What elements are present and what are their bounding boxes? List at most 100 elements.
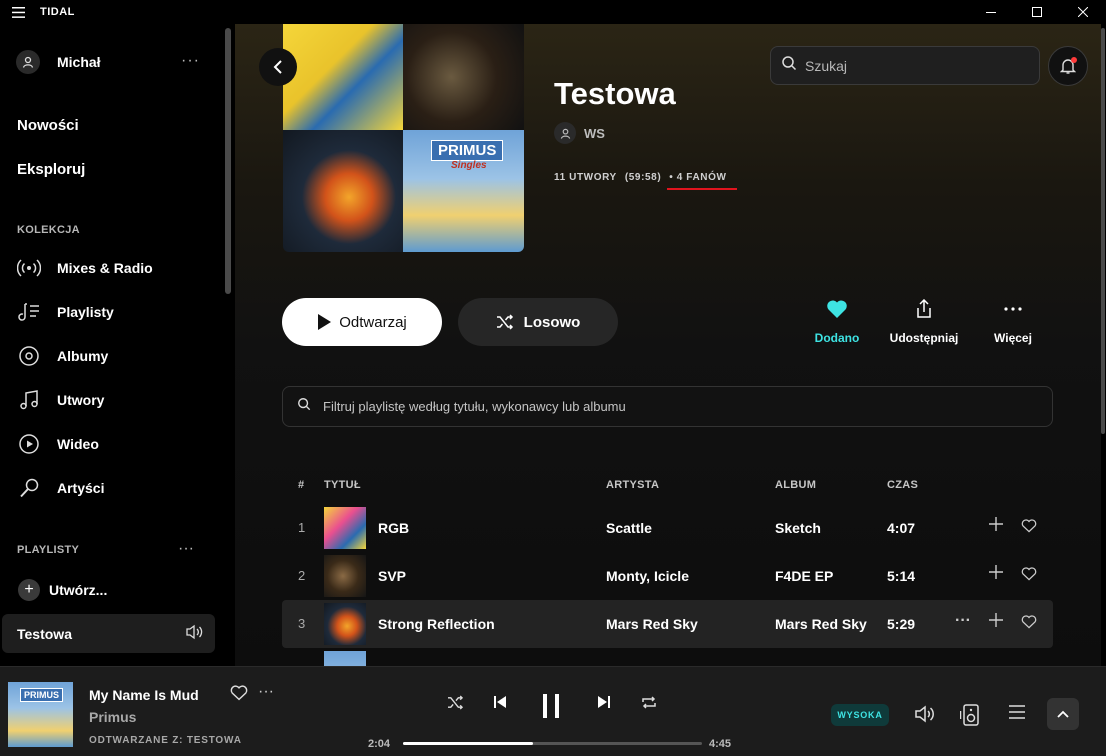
col-title[interactable]: TYTUŁ (324, 479, 361, 491)
track-more-icon[interactable]: ··· (955, 612, 971, 630)
now-playing-more-icon[interactable]: ··· (258, 683, 274, 701)
sidebar-playlist-label: Testowa (17, 625, 72, 642)
album-icon (16, 343, 42, 369)
add-icon[interactable] (989, 517, 1003, 534)
expand-player-button[interactable] (1047, 698, 1079, 730)
heart-icon[interactable] (230, 685, 248, 706)
cover-singles-text: Singles (451, 160, 487, 171)
repeat-icon[interactable] (641, 695, 657, 715)
playlist-filter-input[interactable]: Filtruj playlistę według tytułu, wykonaw… (282, 386, 1053, 427)
tracks-count: 11 UTWORY (554, 172, 617, 183)
sidebar: Michał ··· Nowości Eksploruj KOLEKCJA Mi… (0, 24, 222, 666)
sidebar-scrollbar[interactable] (225, 28, 231, 294)
minimize-icon[interactable] (968, 0, 1014, 24)
track-title[interactable]: RGB (378, 520, 409, 536)
table-row[interactable]: 2 SVP Monty, Icicle F4DE EP 5:14 (282, 552, 1053, 600)
track-album[interactable]: F4DE EP (775, 568, 833, 584)
playlist-duration: (59:58) (624, 172, 662, 183)
nav-explore[interactable]: Eksploruj (17, 161, 85, 178)
playlists-menu-button[interactable]: ··· (178, 540, 194, 558)
track-album[interactable]: Mars Red Sky (775, 616, 867, 632)
pause-icon[interactable] (539, 693, 563, 724)
progress-bar[interactable] (403, 742, 702, 745)
shuffle-icon (496, 314, 513, 330)
title-bar: TIDAL (0, 0, 1106, 24)
cover-band-text: PRIMUS (431, 140, 504, 161)
search-placeholder: Szukaj (805, 57, 848, 74)
user-profile[interactable]: Michał ··· (16, 50, 206, 74)
track-number: 3 (298, 616, 306, 631)
now-playing-title[interactable]: My Name Is Mud (89, 687, 199, 703)
track-artist[interactable]: Mars Red Sky (606, 616, 698, 632)
col-time[interactable]: CZAS (887, 479, 918, 491)
sidebar-item-albums[interactable]: Albumy (16, 343, 216, 369)
sidebar-item-artists[interactable]: Artyści (16, 475, 216, 501)
add-icon[interactable] (989, 565, 1003, 582)
sidebar-item-mixes-radio[interactable]: Mixes & Radio (16, 255, 216, 281)
previous-icon[interactable] (493, 695, 507, 714)
added-button[interactable]: Dodano (797, 299, 877, 345)
progress-fill (403, 742, 534, 745)
sidebar-item-label: Wideo (57, 436, 99, 452)
create-playlist-button[interactable]: + Utwórz... (18, 579, 107, 601)
volume-icon[interactable] (914, 704, 936, 729)
playlists-section-label: PLAYLISTY (17, 544, 80, 556)
maximize-icon[interactable] (1014, 0, 1060, 24)
heart-icon[interactable] (1021, 567, 1037, 584)
now-playing-artwork[interactable]: PRIMUS (8, 682, 73, 747)
menu-icon[interactable] (0, 0, 36, 24)
sidebar-item-label: Utwory (57, 392, 105, 408)
table-row[interactable] (282, 648, 1053, 666)
creator-name: WS (584, 125, 605, 141)
sidebar-item-tracks[interactable]: Utwory (16, 387, 216, 413)
track-artist[interactable]: Monty, Icicle (606, 568, 689, 584)
create-playlist-label: Utwórz... (49, 582, 108, 598)
search-input[interactable]: Szukaj (770, 46, 1040, 85)
track-album[interactable]: Sketch (775, 520, 821, 536)
track-artist[interactable]: Scattle (606, 520, 652, 536)
track-title[interactable]: SVP (378, 568, 406, 584)
output-device-icon[interactable] (959, 704, 982, 731)
sidebar-item-label: Albumy (57, 348, 109, 364)
more-icon (1004, 307, 1022, 311)
col-album[interactable]: ALBUM (775, 479, 816, 491)
queue-icon[interactable] (1008, 704, 1026, 725)
sidebar-item-video[interactable]: Wideo (16, 431, 216, 457)
playlist-cover: PRIMUS Singles (283, 24, 524, 252)
sidebar-item-playlists[interactable]: Playlisty (16, 299, 216, 325)
user-menu-button[interactable]: ··· (181, 52, 200, 70)
share-button[interactable]: Udostępniaj (884, 299, 964, 345)
cover-tile (403, 24, 524, 130)
sidebar-item-label: Artyści (57, 480, 105, 496)
table-row[interactable]: 1 RGB Scattle Sketch 4:07 (282, 504, 1053, 552)
playlist-creator[interactable]: WS (554, 122, 605, 144)
col-num: # (298, 479, 305, 491)
play-button[interactable]: Odtwarzaj (282, 298, 442, 346)
shuffle-button[interactable]: Losowo (458, 298, 618, 346)
share-icon (917, 299, 931, 318)
heart-icon[interactable] (1021, 615, 1037, 632)
chevron-up-icon (1057, 710, 1069, 718)
back-button[interactable] (259, 48, 297, 86)
shuffle-icon[interactable] (447, 695, 464, 715)
now-playing-artist[interactable]: Primus (89, 709, 136, 725)
close-icon[interactable] (1060, 0, 1106, 24)
col-artist[interactable]: ARTYSTA (606, 479, 659, 491)
add-icon[interactable] (989, 613, 1003, 630)
music-note-icon (16, 387, 42, 413)
total-time: 4:45 (709, 738, 732, 750)
radio-icon (16, 255, 42, 281)
main-scrollbar[interactable] (1101, 28, 1105, 434)
fans-count[interactable]: • 4 FANÓW (667, 172, 737, 190)
quality-badge[interactable]: WYSOKA (831, 704, 889, 726)
nav-news[interactable]: Nowości (17, 117, 79, 134)
playing-from[interactable]: ODTWARZANE Z: TESTOWA (89, 735, 242, 746)
next-icon[interactable] (597, 695, 611, 714)
more-button[interactable]: Więcej (973, 299, 1053, 345)
table-row[interactable]: 3 Strong Reflection Mars Red Sky Mars Re… (282, 600, 1053, 648)
track-title[interactable]: Strong Reflection (378, 616, 495, 632)
heart-icon[interactable] (1021, 519, 1037, 536)
notifications-button[interactable] (1048, 46, 1088, 86)
search-icon (297, 397, 311, 416)
sidebar-playlist-testowa[interactable]: Testowa (2, 614, 215, 653)
